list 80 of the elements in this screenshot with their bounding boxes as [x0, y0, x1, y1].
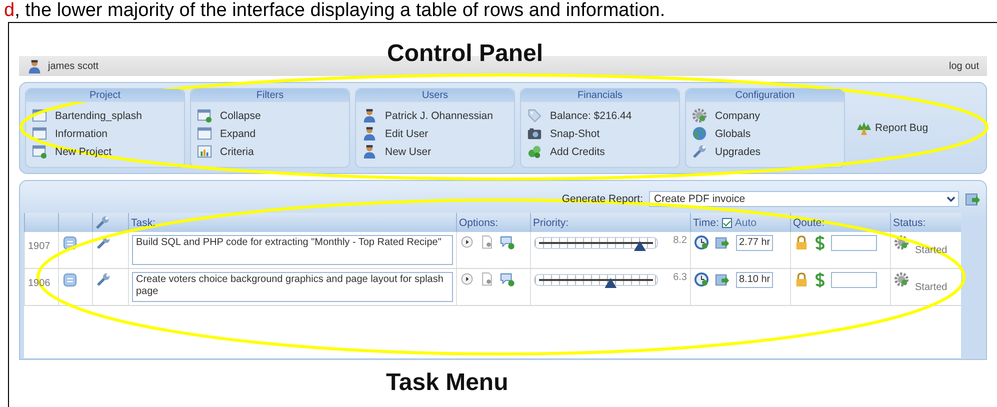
- group-title: Filters: [191, 89, 349, 102]
- status-text: Started: [915, 282, 948, 292]
- column-header: Time:: [693, 216, 719, 228]
- lock-icon: [794, 272, 809, 287]
- play-icon: [460, 272, 474, 286]
- menu-item[interactable]: Criteria: [220, 146, 254, 158]
- globe-icon: [692, 126, 707, 141]
- annotation-label: Control Panel: [387, 40, 544, 68]
- quote-field[interactable]: [831, 272, 877, 288]
- comment-icon: [500, 235, 515, 250]
- person-icon: [362, 126, 377, 141]
- column-header: Status:: [893, 216, 926, 228]
- user-name: james scott: [48, 60, 99, 72]
- annotation-label: Task Menu: [386, 369, 508, 397]
- coins-icon: [527, 144, 542, 159]
- report-dropdown[interactable]: Create PDF invoice: [649, 191, 959, 207]
- play-icon: [460, 235, 474, 249]
- clock-icon: [694, 272, 709, 287]
- comment-icon: [500, 272, 515, 287]
- group-title: Project: [26, 89, 184, 102]
- page-icon: [480, 272, 494, 286]
- menu-item[interactable]: Collapse: [220, 110, 261, 122]
- caption-text: d, the lower majority of the interface displaying a table of rows and information.: [3, 0, 666, 21]
- note-icon: [62, 272, 78, 288]
- page-icon: [480, 235, 494, 249]
- priority-reading: 8.2: [673, 235, 687, 246]
- report-bug-link[interactable]: Report Bug: [875, 122, 928, 134]
- person-icon: [362, 108, 377, 123]
- logout-link[interactable]: log out: [948, 60, 979, 72]
- window-icon: [197, 126, 212, 141]
- window-icon: [197, 108, 212, 123]
- person-icon: [362, 144, 377, 159]
- group-title: Financials: [521, 89, 679, 102]
- lock-icon: [794, 235, 809, 250]
- menu-item[interactable]: Upgrades: [715, 146, 761, 158]
- time-field[interactable]: 8.10 hr: [736, 272, 774, 288]
- menu-item[interactable]: Add Credits: [550, 146, 605, 158]
- group-title: Users: [356, 89, 514, 102]
- arrow-icon: [965, 191, 981, 207]
- generate-button[interactable]: [965, 191, 981, 207]
- menu-item[interactable]: Edit User: [385, 128, 428, 140]
- quote-field[interactable]: [831, 235, 877, 251]
- menu-item[interactable]: Bartending_splash: [55, 110, 142, 122]
- time-field[interactable]: 2.77 hr: [736, 235, 774, 251]
- task-field[interactable]: Create voters choice background graphics and page layout for splash page: [132, 272, 453, 302]
- task-field[interactable]: Build SQL and PHP code for extracting "Monthly - Top Rated Recipe": [132, 235, 453, 265]
- wrench-icon: [96, 272, 111, 287]
- column-header: Task:: [131, 216, 156, 228]
- menu-item[interactable]: Patrick J. Ohannessian: [385, 110, 493, 122]
- column-header: Priority:: [533, 216, 569, 228]
- column-header: Options:: [459, 216, 498, 228]
- menu-item[interactable]: Information: [55, 128, 108, 140]
- wrench-icon: [692, 144, 707, 159]
- auto-label: Auto: [734, 216, 756, 228]
- person-icon: [27, 58, 42, 74]
- gear-icon: [894, 272, 909, 287]
- priority-reading: 6.3: [673, 272, 687, 283]
- wrench-icon: [95, 215, 110, 230]
- menu-item[interactable]: New User: [385, 146, 432, 158]
- menu-item[interactable]: Expand: [220, 128, 256, 140]
- chart-icon: [197, 144, 212, 159]
- clock-icon: [694, 235, 709, 250]
- menu-item[interactable]: Globals: [715, 128, 751, 140]
- wrench-icon: [96, 235, 111, 250]
- menu-item[interactable]: Balance: $216.44: [550, 110, 632, 122]
- auto-checkbox[interactable]: [722, 218, 732, 228]
- group-title: Configuration: [686, 89, 844, 102]
- menu-item[interactable]: Snap-Shot: [550, 128, 600, 140]
- gear-icon: [894, 235, 909, 250]
- priority-slider[interactable]: [534, 237, 658, 249]
- gear-icon: [692, 108, 707, 123]
- dollar-icon: [815, 235, 825, 251]
- priority-slider[interactable]: [534, 274, 658, 286]
- window-icon: [32, 126, 47, 141]
- dollar-icon: [815, 272, 825, 288]
- camera-icon: [527, 126, 542, 141]
- task-id: 1907: [28, 240, 50, 252]
- window-icon: [32, 144, 47, 159]
- menu-item[interactable]: Company: [715, 110, 760, 122]
- tag-icon: [527, 108, 542, 123]
